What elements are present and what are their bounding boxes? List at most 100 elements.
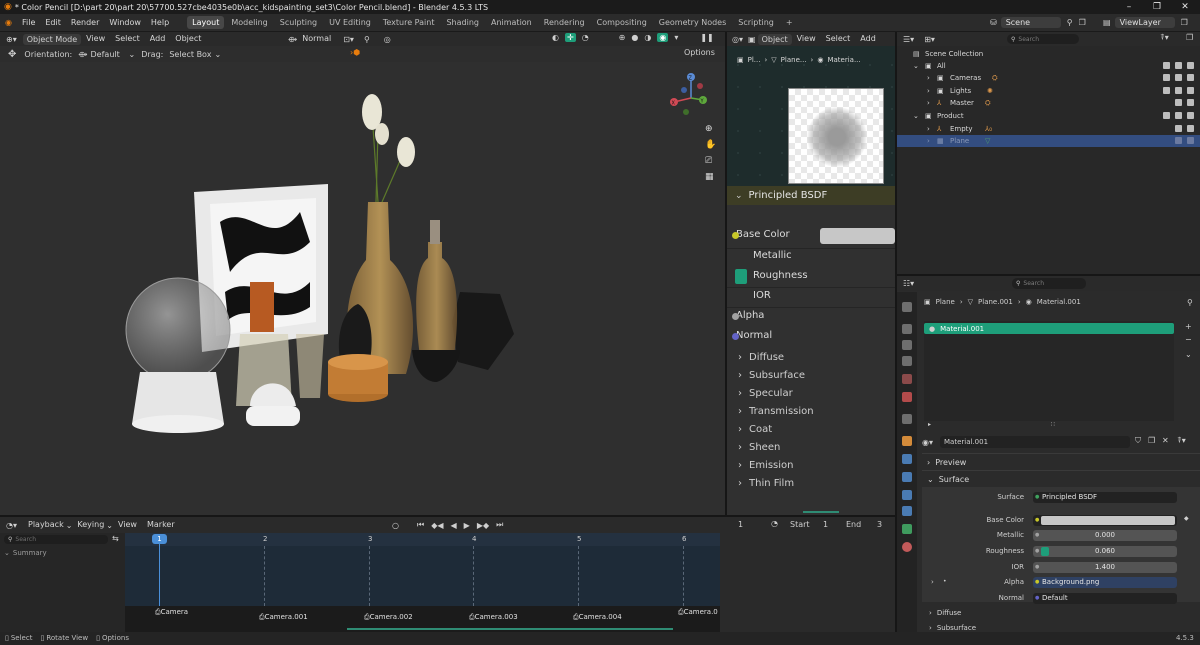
- wireframe-shading-icon[interactable]: ⊕: [619, 33, 626, 42]
- metallic-field[interactable]: ● 0.000: [1033, 530, 1177, 541]
- tab-scripting[interactable]: Scripting: [733, 16, 779, 29]
- material-browse-icon[interactable]: ◉▾: [922, 438, 933, 447]
- outliner-row-scene-collection[interactable]: ▤ Scene Collection: [897, 48, 1200, 60]
- surface-shader-field[interactable]: ● Principled BSDF: [1033, 492, 1177, 503]
- alpha-expand-icon[interactable]: ›: [931, 578, 934, 586]
- base-color-swatch[interactable]: [820, 228, 895, 244]
- constraints-tab-icon[interactable]: [902, 506, 912, 516]
- overlay-toggle-icon[interactable]: ◔: [582, 33, 589, 42]
- roughness-value-indicator[interactable]: [735, 269, 747, 284]
- tab-sculpting[interactable]: Sculpting: [275, 16, 322, 29]
- snap-icon[interactable]: ⚲: [364, 35, 370, 44]
- drag-selector[interactable]: Select Box: [169, 50, 211, 59]
- socket-roughness[interactable]: Roughness: [753, 270, 808, 281]
- marker-camera-005[interactable]: ⎙Camera.0: [678, 608, 718, 617]
- node-editor-type-icon[interactable]: ◎▾: [727, 35, 748, 44]
- outliner-row-plane[interactable]: › ▦ Plane ▽: [897, 135, 1200, 147]
- visibility-icon[interactable]: ◐: [552, 33, 559, 42]
- socket-alpha[interactable]: Alpha: [732, 310, 764, 321]
- next-keyframe-icon[interactable]: ▶◆: [477, 521, 489, 530]
- render-tab-icon[interactable]: [902, 324, 912, 334]
- rendered-shading-icon[interactable]: ◉: [657, 33, 669, 42]
- properties-editor[interactable]: ☷▾ ⚲ Search ▣ Plane › ▽ Plane.001 › ◉ Ma…: [897, 276, 1200, 632]
- tab-compositing[interactable]: Compositing: [592, 16, 652, 29]
- tab-shading[interactable]: Shading: [441, 16, 484, 29]
- jump-end-icon[interactable]: ⏭: [496, 520, 503, 530]
- marker-camera-004[interactable]: ⎙Camera.004: [573, 613, 622, 622]
- timeline-type-icon[interactable]: ◔▾: [0, 521, 23, 530]
- outliner-type-icon[interactable]: ☰▾: [897, 35, 920, 44]
- material-name-field[interactable]: Material.001: [940, 436, 1130, 448]
- section-subsurface[interactable]: › Subsurface: [929, 624, 976, 632]
- expand-right-icon[interactable]: ›: [927, 85, 930, 97]
- socket-base-color[interactable]: Base Color: [732, 229, 790, 240]
- properties-search[interactable]: ⚲ Search: [1012, 278, 1086, 289]
- panel-sheen[interactable]: › Sheen: [738, 439, 814, 457]
- proportional-edit-icon[interactable]: ◎: [384, 35, 391, 44]
- add-slot-icon[interactable]: +: [1185, 322, 1192, 331]
- outliner-search[interactable]: ⚲ Search: [1007, 34, 1079, 44]
- tab-geometry-nodes[interactable]: Geometry Nodes: [654, 16, 731, 29]
- menu-select[interactable]: Select: [110, 32, 145, 46]
- link-options-icon[interactable]: ⍒▾: [1177, 436, 1186, 446]
- normal-field[interactable]: ● Default: [1033, 593, 1177, 604]
- list-resize-grip-icon[interactable]: ∷: [1051, 421, 1055, 428]
- view-layer-tab-icon[interactable]: [902, 356, 912, 366]
- fake-user-shield-icon[interactable]: ⛉: [1135, 436, 1141, 446]
- outliner[interactable]: ☰▾ ⊞▾ ⚲ Search ⍒▾ ❐ ▤ Scene Collection ⌄…: [897, 32, 1200, 274]
- tab-animation[interactable]: Animation: [486, 16, 537, 29]
- outliner-row-all[interactable]: ⌄ ▣ All: [897, 60, 1200, 72]
- particles-tab-icon[interactable]: [902, 472, 912, 482]
- expand-right-icon[interactable]: ›: [927, 97, 930, 109]
- minimize-button[interactable]: –: [1115, 0, 1143, 14]
- add-workspace-button[interactable]: +: [781, 16, 798, 29]
- socket-dot[interactable]: [732, 232, 739, 239]
- prev-keyframe-icon[interactable]: ◆◀: [431, 521, 443, 530]
- scene-tab-icon[interactable]: [902, 374, 912, 384]
- menu-add[interactable]: Add: [145, 32, 171, 46]
- panel-thin-film[interactable]: › Thin Film: [738, 475, 814, 493]
- transform-orientation-selector[interactable]: Normal: [300, 32, 333, 46]
- menu-help[interactable]: Help: [146, 14, 174, 32]
- material-tab-icon[interactable]: [902, 542, 912, 552]
- blender-menu-icon[interactable]: ◉: [0, 18, 17, 27]
- current-frame-field[interactable]: 1: [738, 520, 743, 529]
- timeline-search[interactable]: ⚲ Search: [4, 535, 108, 544]
- material-shading-icon[interactable]: ◑: [644, 33, 651, 42]
- timeline-scrollbar[interactable]: [347, 628, 673, 630]
- gizmo-toggle-icon[interactable]: ✛: [564, 33, 576, 42]
- alpha-texture-field[interactable]: ● Background.png: [1033, 577, 1177, 588]
- panel-transmission[interactable]: › Transmission: [738, 403, 814, 421]
- zoom-icon[interactable]: ⊕: [705, 124, 716, 134]
- editor-type-icon[interactable]: ⊕▾: [0, 35, 23, 44]
- grid-perspective-icon[interactable]: ▦: [705, 172, 716, 182]
- new-collection-icon[interactable]: ❐: [1186, 33, 1193, 42]
- collection-tab-icon[interactable]: [902, 414, 912, 424]
- roughness-field[interactable]: ● 0.060: [1033, 546, 1177, 557]
- collapse-chevron-icon[interactable]: ⌄: [735, 191, 743, 201]
- viewport-options-button[interactable]: Options: [684, 48, 715, 57]
- marker-camera[interactable]: ⎙Camera: [155, 608, 188, 617]
- maximize-button[interactable]: ❐: [1143, 0, 1171, 14]
- socket-metallic[interactable]: Metallic: [753, 250, 792, 261]
- tab-texture-paint[interactable]: Texture Paint: [378, 16, 440, 29]
- material-slot-list[interactable]: [924, 321, 1174, 421]
- menu-file[interactable]: File: [17, 14, 40, 32]
- node-menu-add[interactable]: Add: [855, 32, 881, 46]
- physics-tab-icon[interactable]: [902, 490, 912, 500]
- orientation-selector[interactable]: Default: [91, 50, 129, 59]
- solid-shading-icon[interactable]: ●: [631, 33, 638, 42]
- unlink-material-icon[interactable]: ✕: [1162, 436, 1169, 445]
- animate-property-icon[interactable]: ◆: [1184, 515, 1189, 522]
- expand-right-icon[interactable]: ›: [927, 72, 930, 84]
- menu-edit[interactable]: Edit: [40, 14, 66, 32]
- panel-specular[interactable]: › Specular: [738, 385, 814, 403]
- play-icon[interactable]: ▶: [464, 521, 470, 530]
- section-surface[interactable]: ⌄ Surface: [927, 475, 969, 484]
- shader-editor[interactable]: ◎▾ ▣ Object View Select Add ▣ Pl... › ▽ …: [727, 32, 895, 515]
- panel-coat[interactable]: › Coat: [738, 421, 814, 439]
- timeline-menu-marker[interactable]: Marker: [142, 518, 180, 532]
- outliner-row-cameras[interactable]: › ▣ Cameras ⛭: [897, 72, 1200, 84]
- jump-start-icon[interactable]: ⏮: [417, 520, 424, 530]
- close-button[interactable]: ✕: [1171, 0, 1199, 14]
